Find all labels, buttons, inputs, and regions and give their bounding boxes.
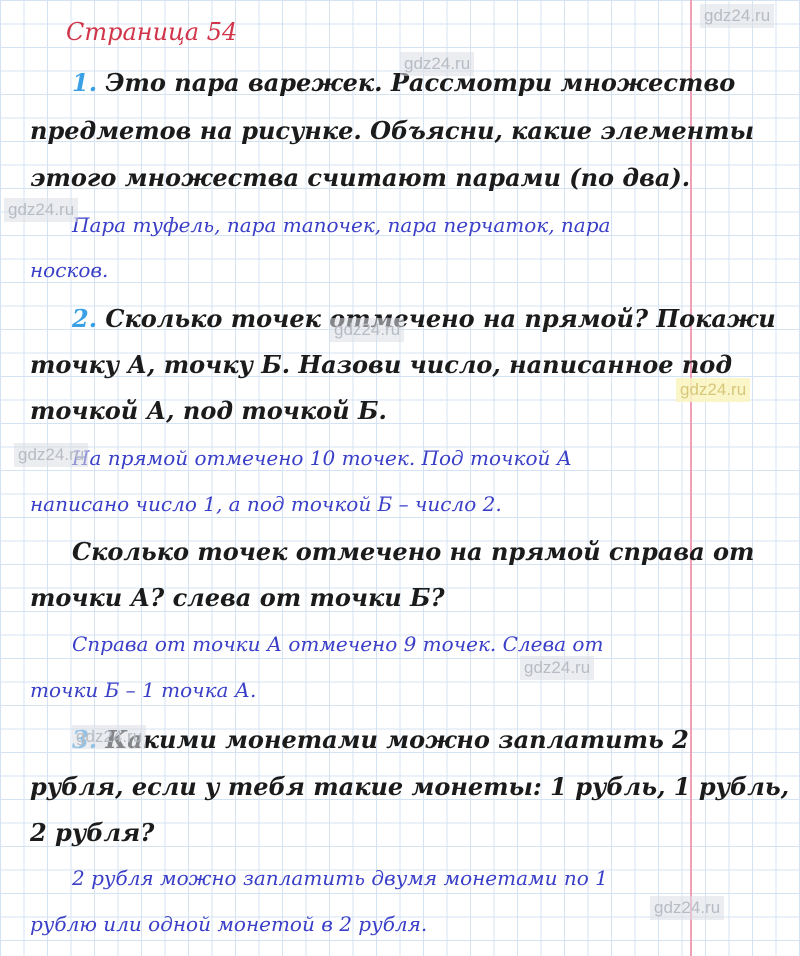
exercise-2-question-line-3: точкой А, под точкой Б.: [30, 396, 387, 425]
watermark: gdz24.ru: [4, 198, 79, 222]
exercise-2-number: 2.: [72, 304, 98, 333]
watermark: gdz24.ru: [650, 896, 725, 920]
watermark: gdz24.ru: [676, 378, 751, 402]
watermark: gdz24.ru: [14, 443, 89, 467]
exercise-2-question-line-2: точку А, точку Б. Назови число, написанн…: [30, 350, 732, 379]
watermark: gdz24.ru: [330, 318, 405, 342]
exercise-3-answer-line-1: 2 рубля можно заплатить двумя монетами п…: [72, 866, 608, 890]
exercise-1-answer-line-2: носков.: [30, 258, 109, 282]
exercise-3-question-line-1: 3. Какими монетами можно заплатить 2: [72, 725, 689, 754]
exercise-3-question-line-2: рубля, если у тебя такие монеты: 1 рубль…: [30, 772, 790, 801]
exercise-2-question2-line-1: Сколько точек отмечено на прямой справа …: [72, 537, 755, 566]
exercise-2-answer2-line-2: точки Б – 1 точка А.: [30, 678, 257, 702]
exercise-2-answer-line-1: На прямой отмечено 10 точек. Под точкой …: [72, 446, 572, 470]
watermark: gdz24.ru: [72, 725, 147, 749]
page-title: Страница 54: [66, 18, 238, 46]
watermark: gdz24.ru: [700, 4, 775, 28]
exercise-3-answer-line-2: рублю или одной монетой в 2 рубля.: [30, 912, 428, 936]
exercise-2-question2-line-2: точки А? слева от точки Б?: [30, 583, 445, 612]
exercise-2-question-line-1: 2. Сколько точек отмечено на прямой? Пок…: [72, 304, 776, 333]
exercise-3-question-line-3: 2 рубля?: [30, 818, 155, 847]
exercise-1-answer-line-1: Пара туфель, пара тапочек, пара перчаток…: [72, 213, 611, 237]
exercise-1-question-line-2: предметов на рисунке. Объясни, какие эле…: [30, 116, 754, 145]
watermark: gdz24.ru: [520, 656, 595, 680]
exercise-2-answer-line-2: написано число 1, а под точкой Б – число…: [30, 492, 502, 516]
exercise-1-number: 1.: [72, 68, 98, 97]
exercise-1-question-line-3: этого множества считают парами (по два).: [30, 163, 691, 192]
watermark: gdz24.ru: [400, 52, 475, 76]
exercise-2-answer2-line-1: Справа от точки А отмечено 9 точек. Слев…: [72, 632, 604, 656]
